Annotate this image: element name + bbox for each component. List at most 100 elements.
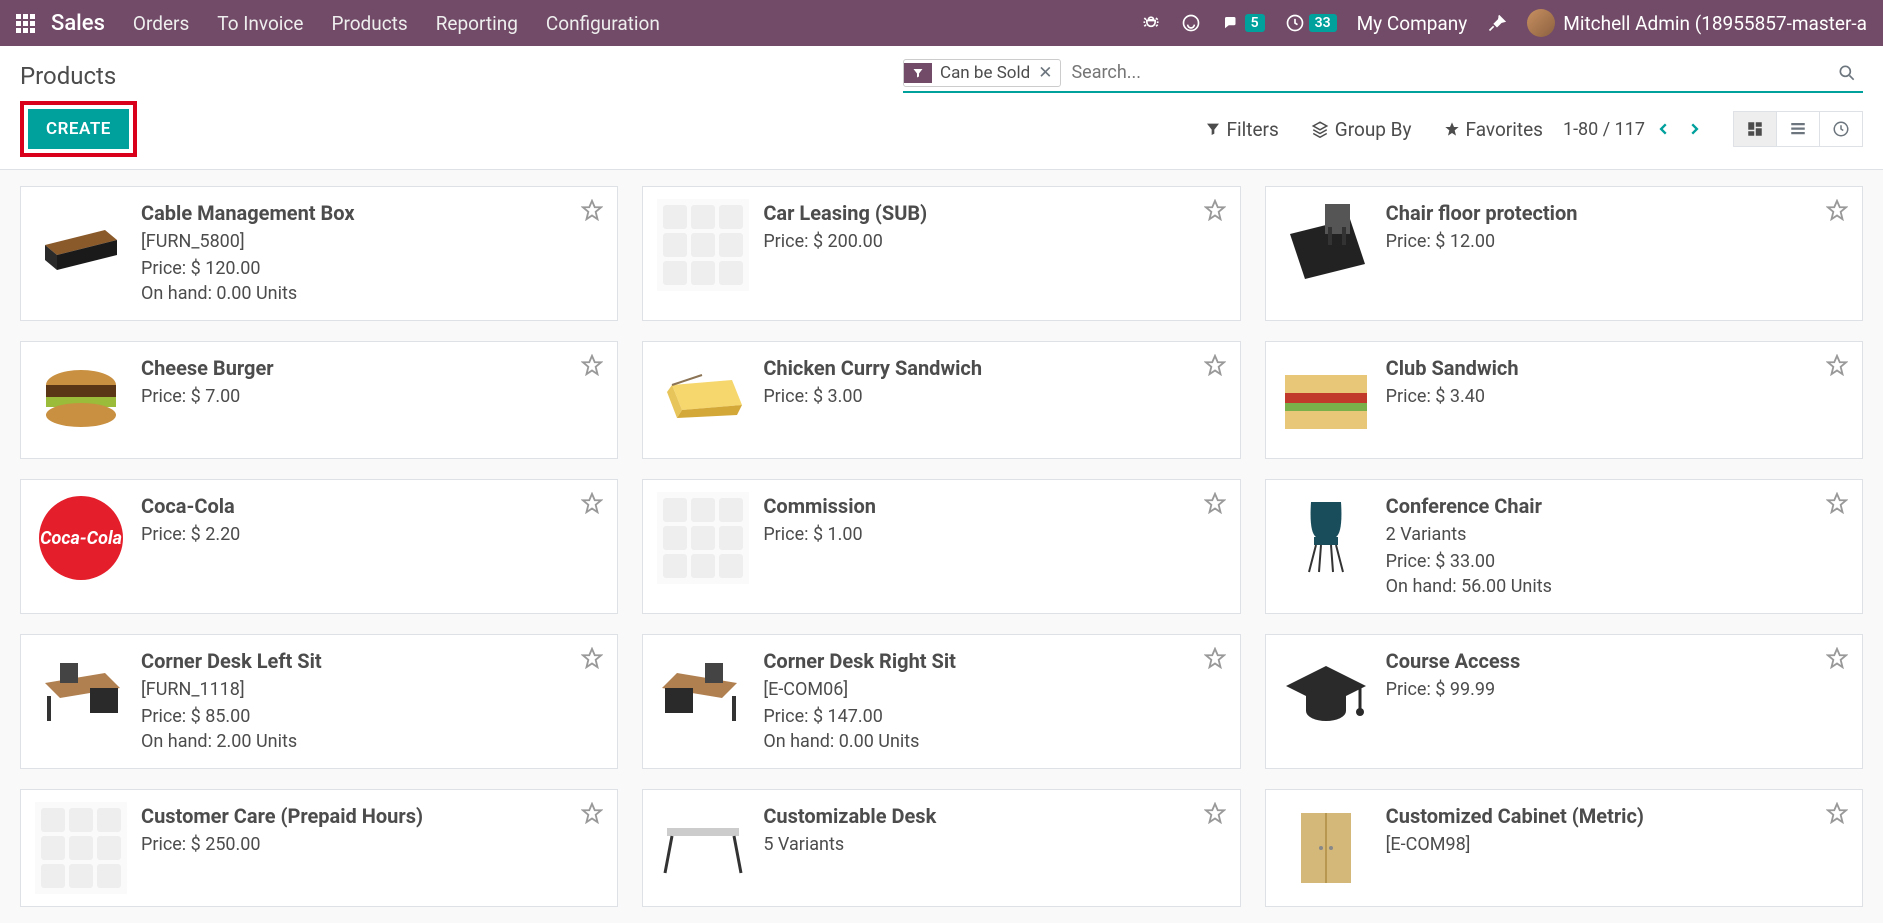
product-card[interactable]: Chair floor protection Price: $ 12.00 xyxy=(1265,186,1863,321)
page-title: Products xyxy=(20,54,116,90)
favorite-star-icon[interactable] xyxy=(1826,647,1848,669)
product-card[interactable]: Cheese BurgerPrice: $ 7.00 xyxy=(20,341,618,459)
filter-icon xyxy=(904,63,932,83)
product-card[interactable]: Course AccessPrice: $ 99.99 xyxy=(1265,634,1863,769)
pager-range[interactable]: 1-80 / 117 xyxy=(1563,119,1645,140)
favorite-star-icon[interactable] xyxy=(1826,492,1848,514)
product-ref: [E-COM06] xyxy=(763,679,1225,700)
product-image xyxy=(1280,647,1372,739)
product-card[interactable]: Chicken Curry SandwichPrice: $ 3.00 xyxy=(642,341,1240,459)
messaging-badge: 5 xyxy=(1245,14,1265,32)
pager-next[interactable] xyxy=(1683,116,1705,142)
product-onhand: On hand: 2.00 Units xyxy=(141,731,603,752)
view-activity[interactable] xyxy=(1820,112,1862,146)
user-menu[interactable]: Mitchell Admin (18955857-master-a xyxy=(1527,9,1867,37)
search-icon[interactable] xyxy=(1831,63,1863,83)
product-name: Customer Care (Prepaid Hours) xyxy=(141,804,603,828)
product-card[interactable]: Customer Care (Prepaid Hours)Price: $ 25… xyxy=(20,789,618,907)
favorite-star-icon[interactable] xyxy=(581,802,603,824)
favorite-star-icon[interactable] xyxy=(1204,199,1226,221)
product-name: Club Sandwich xyxy=(1386,356,1848,380)
favorite-star-icon[interactable] xyxy=(581,199,603,221)
product-name: Corner Desk Right Sit xyxy=(763,649,1225,673)
activities-icon[interactable]: 33 xyxy=(1285,13,1337,33)
bug-icon[interactable] xyxy=(1141,13,1161,33)
product-name: Customizable Desk xyxy=(763,804,1225,828)
product-card[interactable]: Conference Chair2 VariantsPrice: $ 33.00… xyxy=(1265,479,1863,614)
control-panel: Products Can be Sold ✕ CREATE Filters xyxy=(0,46,1883,170)
product-price: Price: $ 12.00 xyxy=(1386,231,1848,252)
favorite-star-icon[interactable] xyxy=(1204,647,1226,669)
nav-link-products[interactable]: Products xyxy=(331,12,407,35)
activities-badge: 33 xyxy=(1309,14,1337,32)
product-image xyxy=(657,802,749,894)
product-price: Price: $ 3.00 xyxy=(763,386,1225,407)
favorite-star-icon[interactable] xyxy=(1204,354,1226,376)
product-price: Price: $ 33.00 xyxy=(1386,551,1848,572)
user-name: Mitchell Admin (18955857-master-a xyxy=(1563,12,1867,35)
apps-icon[interactable] xyxy=(16,14,35,33)
favorite-star-icon[interactable] xyxy=(1826,802,1848,824)
product-name: Cable Management Box xyxy=(141,201,603,225)
brand[interactable]: Sales xyxy=(51,11,105,36)
product-card[interactable]: Customizable Desk5 Variants xyxy=(642,789,1240,907)
favorites-button[interactable]: Favorites xyxy=(1444,118,1543,141)
product-price: Price: $ 1.00 xyxy=(763,524,1225,545)
view-kanban[interactable] xyxy=(1734,112,1777,146)
kanban-view: Cable Management Box [FURN_5800] Price: $ … xyxy=(0,170,1883,923)
search-bar[interactable]: Can be Sold ✕ xyxy=(903,54,1863,93)
favorite-star-icon[interactable] xyxy=(581,354,603,376)
product-card[interactable]: Customized Cabinet (Metric)[E-COM98] xyxy=(1265,789,1863,907)
pager: 1-80 / 117 xyxy=(1563,111,1863,147)
product-price: Price: $ 147.00 xyxy=(763,706,1225,727)
facet-remove[interactable]: ✕ xyxy=(1038,60,1060,86)
favorite-star-icon[interactable] xyxy=(1204,492,1226,514)
search-input[interactable] xyxy=(1067,58,1825,87)
product-variants: 2 Variants xyxy=(1386,524,1848,545)
product-image xyxy=(657,199,749,291)
nav-link-to-invoice[interactable]: To Invoice xyxy=(217,12,303,35)
product-price: Price: $ 7.00 xyxy=(141,386,603,407)
product-card[interactable]: Cable Management Box[FURN_5800]Price: $ … xyxy=(20,186,618,321)
product-image xyxy=(35,354,127,446)
product-ref: [FURN_5800] xyxy=(141,231,603,252)
product-ref: [FURN_1118] xyxy=(141,679,603,700)
favorite-star-icon[interactable] xyxy=(581,647,603,669)
favorite-star-icon[interactable] xyxy=(1826,199,1848,221)
product-card[interactable]: Coca-Cola Coca-ColaPrice: $ 2.20 xyxy=(20,479,618,614)
favorite-star-icon[interactable] xyxy=(1826,354,1848,376)
view-switcher xyxy=(1733,111,1863,147)
pager-prev[interactable] xyxy=(1653,116,1675,142)
product-image xyxy=(35,199,127,291)
product-card[interactable]: CommissionPrice: $ 1.00 xyxy=(642,479,1240,614)
facet-label: Can be Sold xyxy=(932,60,1038,86)
product-card[interactable]: Corner Desk Left Sit[FURN_1118]Price: $ … xyxy=(20,634,618,769)
product-image xyxy=(657,354,749,446)
create-button[interactable]: CREATE xyxy=(28,109,129,149)
filters-button[interactable]: Filters xyxy=(1205,118,1279,141)
company-switcher[interactable]: My Company xyxy=(1357,12,1468,35)
product-image xyxy=(1280,199,1372,291)
search-options: Filters Group By Favorites xyxy=(1205,118,1543,141)
nav-link-reporting[interactable]: Reporting xyxy=(436,12,518,35)
favorite-star-icon[interactable] xyxy=(1204,802,1226,824)
product-onhand: On hand: 0.00 Units xyxy=(141,283,603,304)
create-highlight: CREATE xyxy=(20,101,137,157)
product-card[interactable]: Club Sandwich Price: $ 3.40 xyxy=(1265,341,1863,459)
tools-icon[interactable] xyxy=(1487,13,1507,33)
product-image xyxy=(35,647,127,739)
product-card[interactable]: Car Leasing (SUB)Price: $ 200.00 xyxy=(642,186,1240,321)
avatar xyxy=(1527,9,1555,37)
view-list[interactable] xyxy=(1777,112,1820,146)
messaging-icon[interactable]: 5 xyxy=(1221,14,1265,32)
groupby-button[interactable]: Group By xyxy=(1311,118,1412,141)
product-image xyxy=(1280,492,1372,584)
product-image xyxy=(35,802,127,894)
product-price: Price: $ 3.40 xyxy=(1386,386,1848,407)
nav-link-orders[interactable]: Orders xyxy=(133,12,189,35)
favorite-star-icon[interactable] xyxy=(581,492,603,514)
product-name: Chair floor protection xyxy=(1386,201,1848,225)
nav-link-configuration[interactable]: Configuration xyxy=(546,12,660,35)
support-icon[interactable] xyxy=(1181,13,1201,33)
product-card[interactable]: Corner Desk Right Sit [E-COM06] Price: $ 1… xyxy=(642,634,1240,769)
